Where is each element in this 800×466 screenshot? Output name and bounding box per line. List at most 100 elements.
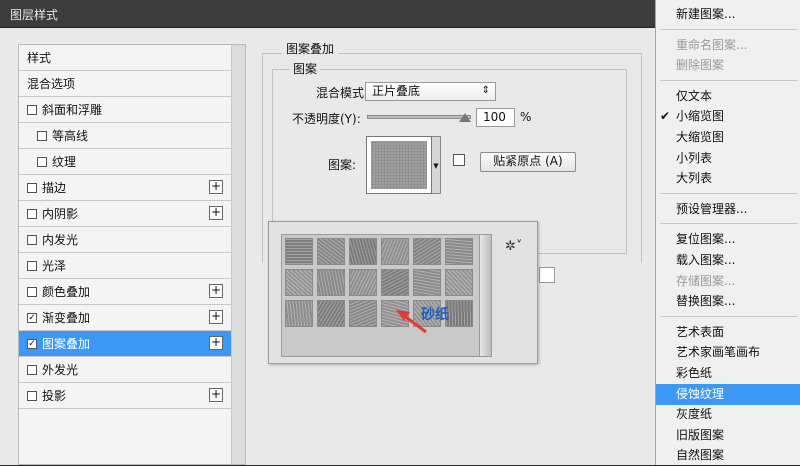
menu-item[interactable]: 艺术家画笔画布 bbox=[656, 342, 800, 363]
add-style-plus-icon[interactable]: + bbox=[209, 388, 223, 402]
pattern-swatch[interactable] bbox=[317, 238, 345, 265]
menu-item[interactable]: 大列表 bbox=[656, 168, 800, 189]
add-style-plus-icon[interactable]: + bbox=[209, 336, 223, 350]
opacity-value: 100 bbox=[483, 110, 506, 124]
menu-item[interactable]: 侵蚀纹理 bbox=[656, 383, 800, 405]
pattern-swatch[interactable] bbox=[445, 269, 473, 296]
opacity-slider-track[interactable] bbox=[367, 115, 471, 119]
style-item-13[interactable]: 外发光 bbox=[19, 357, 231, 383]
styles-list-scrollbar[interactable] bbox=[231, 45, 245, 464]
style-checkbox[interactable] bbox=[27, 287, 37, 297]
style-item-label: 投影 bbox=[42, 389, 67, 403]
menu-item[interactable]: 自然图案 bbox=[656, 445, 800, 466]
style-checkbox[interactable] bbox=[27, 261, 37, 271]
style-item-1[interactable]: 样式 bbox=[19, 45, 231, 71]
menu-item[interactable]: 小列表 bbox=[656, 148, 800, 169]
menu-item-label: 存储图案... bbox=[676, 273, 736, 288]
pattern-swatch[interactable] bbox=[381, 269, 409, 296]
opacity-input[interactable]: 100 bbox=[476, 108, 515, 127]
menu-item[interactable]: 彩色纸 bbox=[656, 363, 800, 384]
pattern-swatch[interactable] bbox=[285, 300, 313, 327]
pattern-swatch[interactable] bbox=[285, 238, 313, 265]
style-item-8[interactable]: 内发光 bbox=[19, 227, 231, 253]
menu-item[interactable]: 替换图案... bbox=[656, 291, 800, 312]
pattern-swatch[interactable] bbox=[445, 300, 473, 327]
add-style-plus-icon[interactable]: + bbox=[209, 284, 223, 298]
pattern-swatch[interactable] bbox=[317, 269, 345, 296]
style-checkbox[interactable] bbox=[27, 391, 37, 401]
add-style-plus-icon[interactable]: + bbox=[209, 180, 223, 194]
blend-mode-select[interactable]: 正片叠底 ⇕ bbox=[365, 82, 496, 101]
style-item-12[interactable]: ✓ 图案叠加 + bbox=[19, 331, 231, 357]
snap-to-origin-label: 贴紧原点 (A) bbox=[493, 154, 563, 168]
pattern-swatch[interactable] bbox=[349, 269, 377, 296]
style-item-9[interactable]: 光泽 bbox=[19, 253, 231, 279]
layer-style-dialog: 样式 混合选项 斜面和浮雕 等高线 纹理 描边 + 内阴影 + 内发光 光泽 颜色叠加 + ✓ 渐变叠加 + ✓… bbox=[0, 28, 655, 465]
menu-separator bbox=[660, 28, 797, 30]
menu-separator bbox=[660, 79, 797, 81]
menu-item[interactable]: 仅文本 bbox=[656, 86, 800, 107]
style-item-label: 等高线 bbox=[52, 129, 89, 143]
blend-mode-value: 正片叠底 bbox=[372, 84, 421, 98]
add-style-plus-icon[interactable]: + bbox=[209, 310, 223, 324]
picker-settings-gear-icon[interactable]: ✲˅ bbox=[505, 239, 522, 254]
menu-item[interactable]: 大缩览图 bbox=[656, 127, 800, 148]
menu-item[interactable]: 灰度纸 bbox=[656, 404, 800, 425]
menu-item[interactable]: ✔ 小缩览图 bbox=[656, 106, 800, 127]
menu-item[interactable]: 复位图案... bbox=[656, 229, 800, 250]
style-checkbox[interactable] bbox=[27, 183, 37, 193]
style-item-10[interactable]: 颜色叠加 + bbox=[19, 279, 231, 305]
new-preset-icon[interactable] bbox=[453, 154, 465, 166]
style-checkbox[interactable] bbox=[27, 365, 37, 375]
style-checkbox[interactable] bbox=[27, 105, 37, 115]
style-item-7[interactable]: 内阴影 + bbox=[19, 201, 231, 227]
pattern-swatch[interactable] bbox=[317, 300, 345, 327]
pattern-swatch[interactable] bbox=[285, 269, 313, 296]
style-item-14[interactable]: 投影 + bbox=[19, 383, 231, 409]
pattern-swatch[interactable] bbox=[349, 300, 377, 327]
pattern-overlay-heading: 图案叠加 bbox=[282, 40, 339, 57]
pattern-swatch[interactable] bbox=[381, 238, 409, 265]
style-item-5[interactable]: 纹理 bbox=[19, 149, 231, 175]
style-item-3[interactable]: 斜面和浮雕 bbox=[19, 97, 231, 123]
style-item-label: 样式 bbox=[27, 51, 52, 65]
pattern-picker-scrollbar[interactable] bbox=[480, 234, 492, 357]
menu-item[interactable]: 旧版图案 bbox=[656, 425, 800, 446]
style-item-6[interactable]: 描边 + bbox=[19, 175, 231, 201]
pattern-swatch[interactable] bbox=[413, 238, 441, 265]
style-checkbox[interactable]: ✓ bbox=[27, 313, 37, 323]
checkmark-icon: ✔ bbox=[660, 109, 671, 124]
style-checkbox[interactable] bbox=[27, 209, 37, 219]
style-checkbox[interactable] bbox=[37, 157, 47, 167]
style-item-11[interactable]: ✓ 渐变叠加 + bbox=[19, 305, 231, 331]
menu-item-label: 预设管理器... bbox=[676, 201, 748, 216]
menu-item-label: 艺术表面 bbox=[676, 324, 725, 339]
style-checkbox[interactable] bbox=[37, 131, 47, 141]
style-item-2[interactable]: 混合选项 bbox=[19, 71, 231, 97]
style-item-label: 混合选项 bbox=[27, 77, 76, 91]
style-item-label: 斜面和浮雕 bbox=[42, 103, 103, 117]
menu-item-label: 删除图案 bbox=[676, 58, 725, 73]
menu-item-label: 小缩览图 bbox=[676, 109, 725, 124]
pattern-thumbnail-grid bbox=[281, 234, 480, 357]
style-item-label: 图案叠加 bbox=[42, 337, 91, 351]
select-arrows-icon: ⇕ bbox=[481, 85, 490, 96]
pattern-swatch[interactable] bbox=[413, 269, 441, 296]
style-item-4[interactable]: 等高线 bbox=[19, 123, 231, 149]
add-style-plus-icon[interactable]: + bbox=[209, 206, 223, 220]
menu-item-label: 侵蚀纹理 bbox=[676, 386, 725, 401]
menu-item[interactable]: 载入图案... bbox=[656, 250, 800, 271]
opacity-slider-handle[interactable] bbox=[459, 113, 471, 122]
menu-item-label: 自然图案 bbox=[676, 448, 725, 463]
menu-item[interactable]: 艺术表面 bbox=[656, 322, 800, 343]
pattern-swatch[interactable] bbox=[445, 238, 473, 265]
opacity-unit: % bbox=[520, 110, 532, 124]
pattern-dropdown-arrow-icon[interactable]: ▼ bbox=[432, 136, 441, 194]
style-checkbox[interactable]: ✓ bbox=[27, 339, 37, 349]
pattern-swatch[interactable] bbox=[349, 238, 377, 265]
style-checkbox[interactable] bbox=[27, 235, 37, 245]
pattern-preview[interactable] bbox=[366, 136, 432, 194]
snap-to-origin-button[interactable]: 贴紧原点 (A) bbox=[480, 152, 576, 172]
menu-item[interactable]: 预设管理器... bbox=[656, 199, 800, 220]
menu-item[interactable]: 新建图案... bbox=[656, 4, 800, 25]
